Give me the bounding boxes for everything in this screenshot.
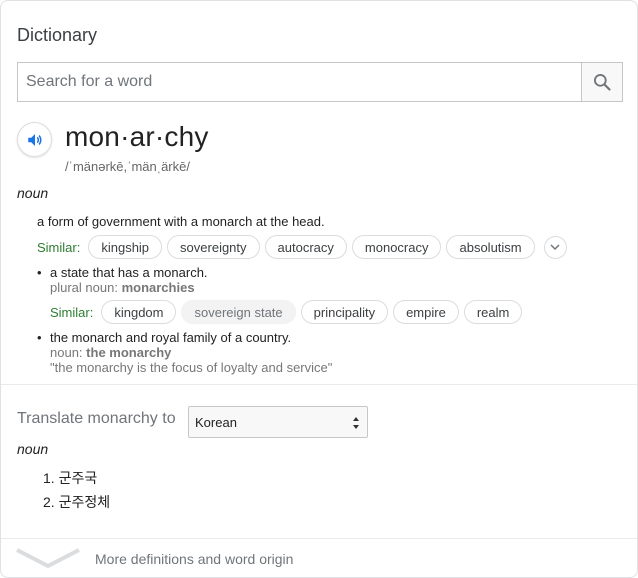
search-button[interactable] [581, 63, 622, 101]
section-divider [1, 384, 637, 385]
synonym-chip[interactable]: sovereignty [167, 235, 260, 259]
synonym-chip[interactable]: realm [463, 300, 523, 324]
synonym-chip[interactable]: kingship [88, 235, 163, 259]
noun-label: noun: [50, 345, 83, 360]
definition-1: a form of government with a monarch at t… [37, 214, 325, 229]
synonym-chip[interactable]: principality [300, 300, 389, 324]
chevron-down-icon[interactable] [15, 547, 81, 569]
bullet-point: • [37, 330, 42, 345]
selected-language: Korean [195, 414, 237, 430]
search-icon [594, 74, 611, 91]
definition-3: the monarch and royal family of a countr… [50, 330, 292, 345]
noun-form-line: noun: the monarchy [50, 345, 171, 360]
language-select[interactable]: Korean [188, 406, 368, 438]
translation-item: 2. 군주정체 [43, 494, 111, 510]
synonym-chip[interactable]: monocracy [351, 235, 442, 259]
part-of-speech: noun [17, 185, 49, 201]
speaker-icon [27, 133, 42, 146]
phonetic: /ˈmänərkē,ˈmänˌärkē/ [65, 159, 190, 174]
similar-row-1: Similar: kingship sovereignty autocracy … [37, 235, 567, 259]
expand-synonyms-button[interactable] [543, 235, 567, 259]
similar-label: Similar: [37, 239, 81, 255]
noun-form: the monarchy [86, 345, 172, 360]
synonym-chip[interactable]: sovereign state [181, 300, 296, 324]
chevron-down-icon [550, 244, 560, 251]
synonym-chip[interactable]: empire [393, 300, 459, 324]
similar-label: Similar: [50, 304, 94, 320]
bullet-point: • [37, 265, 42, 280]
card-title: Dictionary [17, 25, 98, 45]
synonym-chip[interactable]: kingdom [101, 300, 177, 324]
plural-form: monarchies [121, 280, 195, 295]
synonym-chip[interactable]: absolutism [446, 235, 535, 259]
plural-line: plural noun: monarchies [50, 280, 195, 295]
pronunciation-button[interactable] [17, 122, 52, 157]
synonym-chip[interactable]: autocracy [264, 235, 347, 259]
plural-label: plural noun: [50, 280, 118, 295]
headword: mon·ar·chy [65, 121, 209, 152]
translation-item: 1. 군주국 [43, 470, 98, 486]
translation-part-of-speech: noun [17, 441, 49, 457]
search-input[interactable] [18, 63, 581, 101]
definition-2: a state that has a monarch. [50, 265, 208, 280]
select-arrows-icon [353, 417, 359, 429]
footer-divider [1, 538, 637, 539]
translate-label: Translate monarchy to [17, 410, 176, 427]
search-bar [17, 62, 623, 102]
usage-example: "the monarchy is the focus of loyalty an… [50, 360, 333, 375]
dictionary-card: Dictionary mon·ar·chy /ˈmänərkē,ˈmänˌärk… [0, 0, 638, 578]
similar-row-2: Similar: kingdom sovereign state princip… [50, 300, 523, 324]
more-definitions-link[interactable]: More definitions and word origin [95, 551, 293, 567]
